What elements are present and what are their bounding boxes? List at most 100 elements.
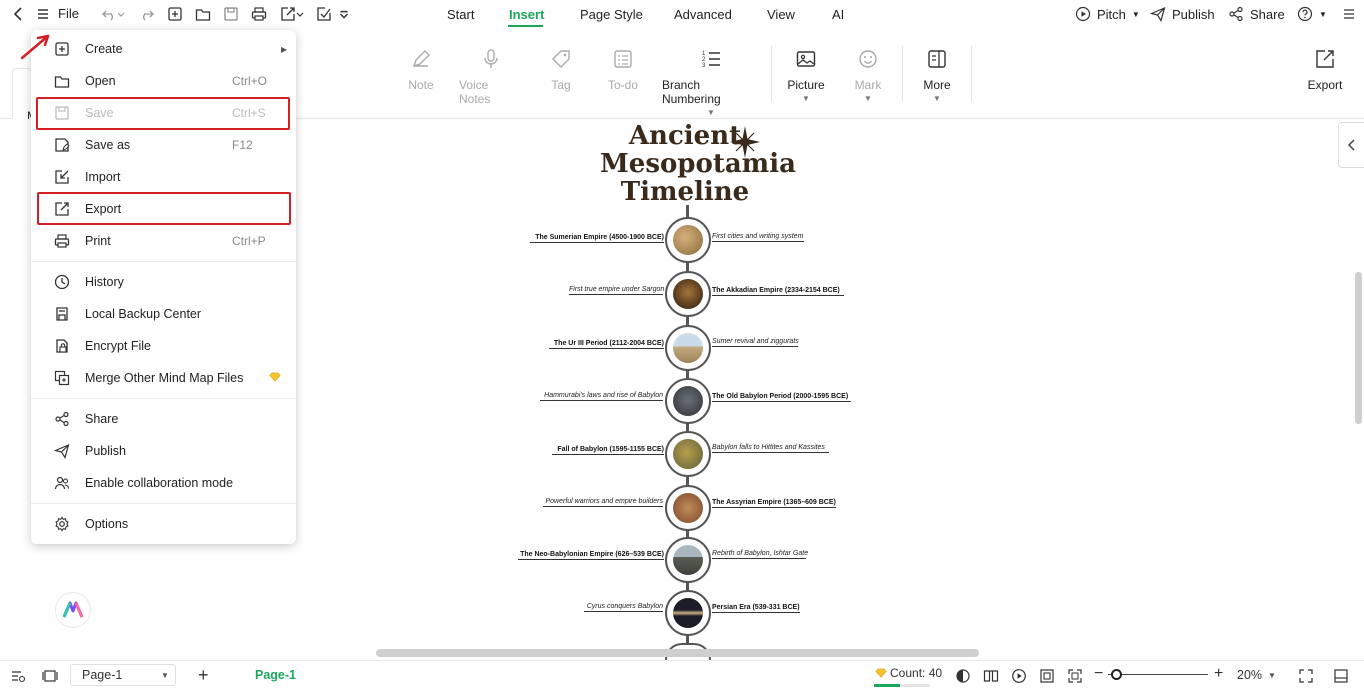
menu-item-publish[interactable]: Publish [31, 435, 296, 467]
zoom-value: 20% [1237, 668, 1263, 682]
new-file-icon[interactable] [166, 5, 184, 23]
era-note[interactable]: First true empire under Sargon [569, 286, 664, 295]
mark-button[interactable]: Mark ▼ [852, 48, 884, 103]
publish-button[interactable]: Publish [1150, 6, 1215, 22]
tab-start[interactable]: Start [447, 7, 474, 22]
zoom-dropdown-icon: ▼ [1268, 670, 1276, 680]
timeline-node[interactable] [665, 431, 711, 477]
branch-numbering-label: Branch Numbering [662, 78, 721, 106]
todo-button[interactable]: To-do [605, 48, 641, 92]
timeline-node[interactable] [665, 378, 711, 424]
era-note[interactable]: Babylon falls to Hittites and Kassites [712, 444, 829, 453]
menu-item-open[interactable]: Open Ctrl+O [31, 65, 296, 97]
save-icon[interactable] [222, 5, 240, 23]
note-button[interactable]: Note [404, 48, 438, 92]
menu-item-import[interactable]: Import [31, 161, 296, 193]
voice-notes-button[interactable]: Voice Notes [459, 48, 523, 106]
era-note[interactable]: Cyrus conquers Babylon [584, 603, 663, 612]
menu-item-share[interactable]: Share [31, 403, 296, 435]
menu-item-merge-files[interactable]: Merge Other Mind Map Files [31, 362, 296, 394]
zoom-slider-track[interactable] [1108, 674, 1208, 675]
era-topic[interactable]: The Ur III Period (2112-2004 BCE) [549, 340, 664, 349]
tab-view[interactable]: View [767, 7, 795, 22]
tab-insert[interactable]: Insert [509, 7, 544, 22]
menu-item-create[interactable]: Create ▶ [31, 33, 296, 65]
horizontal-scrollbar[interactable] [376, 649, 979, 657]
era-topic[interactable]: The Old Babylon Period (2000-1595 BCE) [712, 393, 851, 402]
era-note[interactable]: First cities and writing system [712, 233, 804, 242]
tab-page-style[interactable]: Page Style [580, 7, 643, 22]
era-note[interactable]: Sumer revival and ziggurats [712, 338, 799, 347]
vertical-scrollbar[interactable] [1355, 272, 1362, 424]
book-view-icon[interactable] [983, 668, 999, 684]
more-button[interactable]: More ▼ [920, 48, 954, 103]
menu-item-local-backup[interactable]: Local Backup Center [31, 298, 296, 330]
hamburger-menu-icon[interactable] [34, 5, 52, 23]
menu-item-collaboration[interactable]: Enable collaboration mode [31, 467, 296, 499]
era-topic[interactable]: The Assyrian Empire (1365–609 BCE) [712, 499, 836, 508]
presentation-play-icon[interactable] [1011, 668, 1027, 684]
timeline-node[interactable] [665, 325, 711, 371]
ai-assistant-logo[interactable] [55, 592, 91, 628]
era-topic[interactable]: Fall of Babylon (1595-1155 BCE) [552, 446, 664, 455]
voice-notes-label: Voice Notes [459, 78, 491, 106]
side-panel-toggle[interactable] [1338, 122, 1364, 168]
page-list-icon[interactable] [10, 668, 26, 684]
undo-dropdown-icon[interactable] [116, 5, 126, 23]
fullscreen-fit-icon[interactable] [1067, 668, 1083, 684]
page-thumbnail-icon[interactable] [42, 668, 58, 684]
tab-advanced[interactable]: Advanced [674, 7, 732, 22]
premium-diamond-icon [269, 369, 281, 387]
timeline-node[interactable] [665, 485, 711, 531]
page-select[interactable]: Page-1 ▼ [70, 664, 176, 686]
menu-item-label: Merge Other Mind Map Files [85, 371, 244, 385]
picture-button[interactable]: Picture ▼ [786, 48, 826, 103]
tab-ai[interactable]: AI [832, 7, 844, 22]
add-page-icon[interactable]: + [198, 666, 209, 684]
theme-icon[interactable] [955, 668, 971, 684]
back-icon[interactable] [10, 5, 28, 23]
export-dropdown-icon[interactable] [295, 5, 305, 23]
zoom-out-icon[interactable]: − [1094, 665, 1103, 683]
zoom-in-icon[interactable]: + [1214, 665, 1223, 683]
help-button[interactable]: ▼ [1297, 6, 1327, 22]
fullscreen-icon[interactable] [1298, 668, 1314, 684]
timeline-node[interactable] [665, 271, 711, 317]
era-topic[interactable]: Persian Era (539-331 BCE) [712, 604, 800, 613]
more-toolbar-icon[interactable] [338, 5, 350, 23]
minimize-panel-icon[interactable] [1333, 668, 1349, 684]
menu-item-print[interactable]: Print Ctrl+P [31, 225, 296, 257]
era-topic[interactable]: The Akkadian Empire (2334-2154 BCE) [712, 287, 844, 296]
open-folder-icon[interactable] [194, 5, 212, 23]
menu-item-history[interactable]: History [31, 266, 296, 298]
timeline-node[interactable] [665, 217, 711, 263]
branch-numbering-button[interactable]: 123 Branch Numbering ▼ [662, 48, 760, 117]
checkbox-edit-icon[interactable] [315, 5, 333, 23]
pitch-button[interactable]: Pitch ▼ [1075, 6, 1140, 22]
menu-item-save-as[interactable]: Save as F12 [31, 129, 296, 161]
era-note[interactable]: Hammurabi's laws and rise of Babylon [540, 392, 663, 401]
redo-icon[interactable] [138, 5, 156, 23]
zoom-slider-knob[interactable] [1111, 669, 1122, 680]
zoom-level[interactable]: 20% ▼ [1237, 668, 1276, 682]
fall-of-babylon-image [673, 439, 703, 469]
era-topic[interactable]: The Sumerian Empire (4500-1900 BCE) [530, 234, 664, 243]
fit-page-icon[interactable] [1039, 668, 1055, 684]
timeline-node[interactable] [665, 537, 711, 583]
chevron-left-icon [1347, 139, 1355, 151]
export-ribbon-label: Export [1307, 78, 1343, 92]
era-topic[interactable]: The Neo-Babylonian Empire (626–539 BCE) [518, 551, 664, 560]
file-menu-button[interactable]: File [58, 6, 79, 21]
page-tab[interactable]: Page-1 [255, 668, 296, 682]
menu-item-encrypt-file[interactable]: Encrypt File [31, 330, 296, 362]
timeline-node[interactable] [665, 590, 711, 636]
export-ribbon-button[interactable]: Export [1305, 48, 1345, 92]
era-note[interactable]: Powerful warriors and empire builders [543, 498, 663, 507]
era-note[interactable]: Rebirth of Babylon, Ishtar Gate [712, 550, 808, 559]
print-icon[interactable] [250, 5, 268, 23]
tag-button[interactable]: Tag [548, 48, 574, 92]
share-button[interactable]: Share [1228, 6, 1285, 22]
svg-text:3: 3 [702, 63, 706, 69]
menu-item-options[interactable]: Options [31, 508, 296, 540]
window-menu-icon[interactable] [1340, 5, 1358, 23]
